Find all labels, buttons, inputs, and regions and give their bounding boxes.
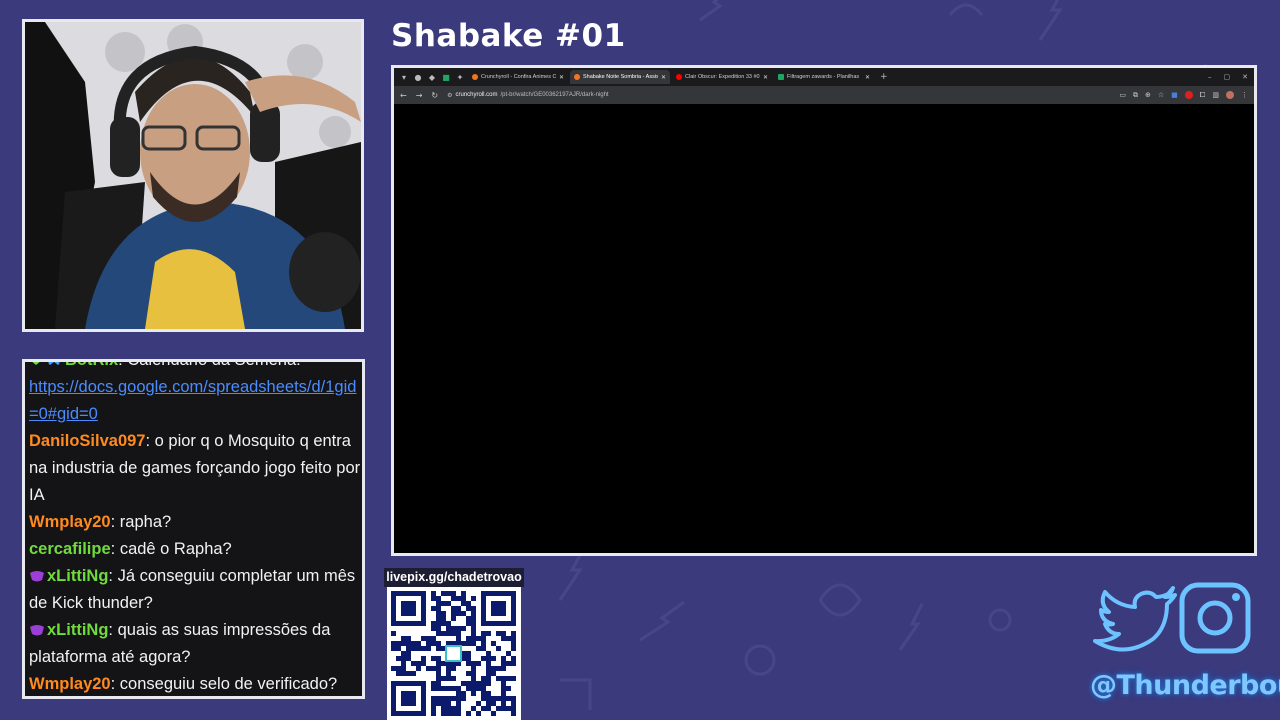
stream-title: Shabake #01 <box>391 18 626 54</box>
close-tab-icon[interactable]: ✕ <box>865 74 870 81</box>
record-extension-icon[interactable] <box>1184 91 1193 99</box>
chat-panel: BotRix: Calendário da Semena: https://do… <box>22 359 365 699</box>
sidebar-icon[interactable]: ▥ <box>1212 91 1219 99</box>
chat-username[interactable]: xLittiNg <box>47 621 108 639</box>
chat-username[interactable]: xLittiNg <box>47 567 108 585</box>
extensions-puzzle-icon[interactable]: ⧠ <box>1200 91 1206 100</box>
chat-message: xLittiNg: Já conseguiu completar um mês … <box>29 563 362 617</box>
chat-username[interactable]: Wmplay20 <box>29 675 111 693</box>
qr-code-image <box>391 591 516 716</box>
social-icons <box>1093 582 1251 654</box>
pinned-tab-icon[interactable]: ■ <box>440 71 452 83</box>
close-tab-icon[interactable]: ✕ <box>559 74 564 81</box>
new-tab-button[interactable]: + <box>876 72 892 82</box>
forward-icon[interactable]: → <box>416 91 423 100</box>
profile-avatar-icon[interactable] <box>1226 91 1234 99</box>
bookmark-star-icon[interactable]: ☆ <box>1158 91 1164 99</box>
chat-message: DaniloSilva097: o pior q o Mosquito q en… <box>29 432 361 504</box>
url-path: /pt-br/watch/GE00362197AJR/dark-night <box>500 92 609 98</box>
tab-search-icon[interactable]: ▾ <box>398 71 410 83</box>
instagram-icon <box>1179 582 1251 654</box>
chat-messages: BotRix: Calendário da Semena: https://do… <box>29 359 362 696</box>
livepix-label: livepix.gg/chadetrovao <box>384 568 524 587</box>
chat-username[interactable]: DaniloSilva097 <box>29 432 145 450</box>
sub-badge-icon <box>29 564 44 582</box>
close-tab-icon[interactable]: ✕ <box>763 74 768 81</box>
zoom-icon[interactable]: ⊕ <box>1145 91 1151 99</box>
browser-toolbar: ▭ ⧉ ⊕ ☆ ■ ⧠ ▥ ⋮ <box>1119 91 1248 100</box>
chat-username[interactable]: cercafilipe <box>29 540 111 558</box>
close-window-icon[interactable]: ✕ <box>1242 73 1248 81</box>
chat-text: rapha? <box>119 513 172 531</box>
site-info-icon[interactable]: ⚙ <box>447 92 452 99</box>
webcam-feed <box>22 19 364 332</box>
cast-icon[interactable]: ▭ <box>1119 91 1126 99</box>
browser-window: ▾ ● ◆ ■ ✦ Crunchyroll - Confira Animes O… <box>391 65 1257 556</box>
chat-link[interactable]: https://docs.google.com/spreadsheets/d/1… <box>29 378 356 423</box>
chat-message: BotRix: Calendário da Semena: <box>29 359 362 374</box>
qr-code <box>387 587 521 720</box>
tab-label: Clair Obscur: Expedition 33 #0 <box>685 74 760 80</box>
pinned-tab-icon[interactable]: ● <box>412 71 424 83</box>
tab-bar: ▾ ● ◆ ■ ✦ Crunchyroll - Confira Animes O… <box>394 68 1254 86</box>
extension-icon[interactable]: ■ <box>1171 91 1178 99</box>
chat-username[interactable]: Wmplay20 <box>29 513 111 531</box>
minimize-icon[interactable]: – <box>1208 73 1212 81</box>
sub-badge-icon <box>29 618 44 636</box>
browser-tab[interactable]: Filtragem zawards - Planilhas ✕ <box>774 70 874 84</box>
crunchyroll-favicon-icon <box>574 74 580 80</box>
chat-message: https://docs.google.com/spreadsheets/d/1… <box>29 374 362 428</box>
social-handle: @Thunderbout <box>1090 670 1280 701</box>
youtube-favicon-icon <box>676 74 682 80</box>
window-controls: – ▢ ✕ <box>1208 73 1254 81</box>
maximize-icon[interactable]: ▢ <box>1224 73 1231 81</box>
twitter-icon <box>1093 586 1177 652</box>
address-bar: ← → ↻ ⚙ crunchyroll.com/pt-br/watch/GE00… <box>394 86 1254 104</box>
chat-message: Wmplay20: rapha? <box>29 513 172 531</box>
close-tab-icon[interactable]: ✕ <box>661 74 666 81</box>
chat-text: Calendário da Semena: <box>127 359 301 369</box>
tab-label: Crunchyroll - Confira Animes O <box>481 74 556 80</box>
browser-tab[interactable]: Crunchyroll - Confira Animes O ✕ <box>468 70 568 84</box>
webcam-image <box>25 22 361 329</box>
crunchyroll-favicon-icon <box>472 74 478 80</box>
tab-label: Shabake Noite Sombria - Assis <box>583 74 658 80</box>
chat-message: xLittiNg: quais as suas impressões da pl… <box>29 617 362 671</box>
browser-tab-active[interactable]: Shabake Noite Sombria - Assis ✕ <box>570 70 670 84</box>
reload-icon[interactable]: ↻ <box>431 91 438 100</box>
chat-text: conseguiu selo de verificado? <box>119 675 338 693</box>
chat-text: cadê o Rapha? <box>119 540 232 558</box>
back-icon[interactable]: ← <box>400 91 407 100</box>
bot-badge-icon <box>48 362 60 366</box>
chat-username[interactable]: BotRix <box>65 362 118 369</box>
browser-tab[interactable]: Clair Obscur: Expedition 33 #0 ✕ <box>672 70 772 84</box>
sheets-favicon-icon <box>778 74 784 80</box>
menu-icon[interactable]: ⋮ <box>1241 91 1248 99</box>
chat-message: cercafilipe: cadê o Rapha? <box>29 540 232 558</box>
tab-label: Filtragem zawards - Planilhas <box>787 74 860 80</box>
video-player[interactable] <box>394 105 1254 553</box>
pinned-tab-icon[interactable]: ◆ <box>426 71 438 83</box>
translate-icon[interactable]: ⧉ <box>1133 91 1138 100</box>
url-host: crunchyroll.com <box>455 92 498 98</box>
url-field[interactable]: ⚙ crunchyroll.com/pt-br/watch/GE00362197… <box>447 92 608 99</box>
chat-message: Wmplay20: conseguiu selo de verificado? <box>29 675 338 693</box>
pinned-tab-icon[interactable]: ✦ <box>454 71 466 83</box>
mod-badge-icon <box>32 362 40 365</box>
